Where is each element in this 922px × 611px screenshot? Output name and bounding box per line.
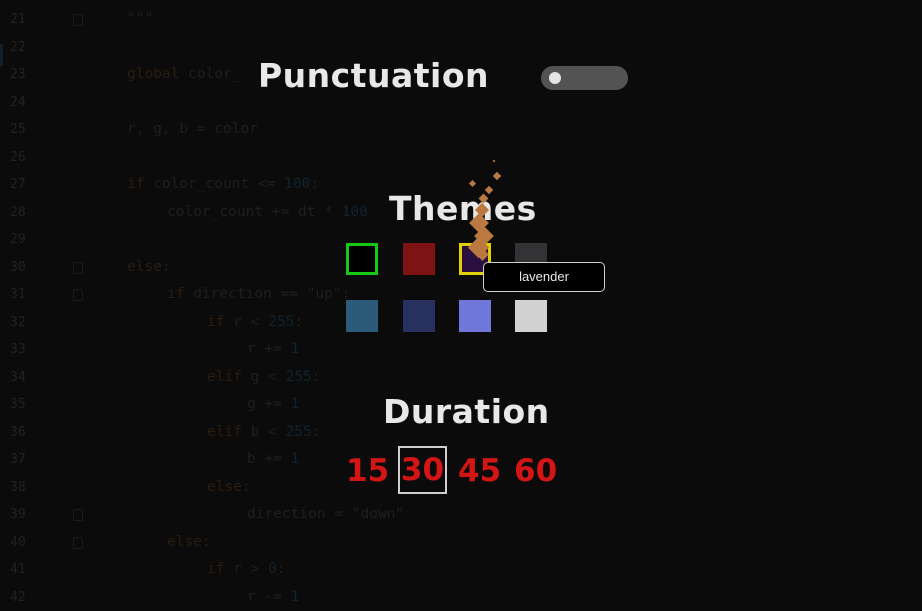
theme-tooltip: lavender	[483, 262, 605, 292]
code-line: 25 r, g, b = color	[0, 116, 922, 143]
line-number: 28	[10, 204, 26, 220]
code-text: if r < 255:	[207, 313, 304, 330]
themes-heading: Themes	[389, 189, 537, 228]
line-number: 34	[10, 369, 26, 385]
code-text: r, g, b = color	[127, 121, 258, 137]
code-text: color_count += dt * 100	[167, 203, 368, 220]
theme-swatch-navy[interactable]	[403, 300, 435, 332]
duration-option-45[interactable]: 45	[458, 452, 501, 490]
line-number: 40	[10, 534, 26, 550]
code-line: 40 else:	[0, 529, 922, 556]
fold-icon	[73, 261, 83, 274]
theme-swatch-light-gray[interactable]	[515, 300, 547, 332]
theme-swatch-steel-blue[interactable]	[346, 300, 378, 332]
code-line: 42 r -= 1	[0, 584, 922, 611]
code-line: 34 elif g < 255:	[0, 364, 922, 391]
fold-icon	[73, 289, 83, 301]
code-text: elif g < 255:	[207, 368, 321, 385]
line-number: 23	[10, 67, 26, 82]
code-text: """	[127, 11, 154, 27]
code-text: g += 1	[247, 396, 300, 412]
duration-option-15[interactable]: 15	[346, 452, 389, 490]
line-number: 37	[10, 452, 26, 467]
line-number: 24	[10, 94, 26, 110]
line-number: 31	[10, 287, 26, 302]
line-number: 41	[10, 562, 26, 577]
code-text: if color_count <= 100:	[127, 176, 320, 192]
duration-option-60[interactable]: 60	[514, 452, 557, 490]
duration-heading: Duration	[383, 392, 550, 431]
code-line: 21 """	[0, 6, 922, 33]
code-text: else:	[207, 478, 251, 495]
line-number: 33	[10, 342, 26, 357]
line-number: 26	[10, 149, 26, 165]
line-number: 21	[10, 12, 26, 27]
line-number: 29	[10, 232, 26, 247]
line-number: 36	[10, 424, 26, 440]
punctuation-heading: Punctuation	[258, 56, 490, 95]
code-line: 33 r += 1	[0, 336, 922, 363]
code-text: r -= 1	[247, 588, 300, 605]
code-text: r += 1	[247, 341, 300, 357]
fold-icon	[73, 536, 83, 549]
code-line: 26	[0, 144, 922, 171]
code-text: b += 1	[247, 451, 300, 467]
line-number: 42	[10, 589, 26, 605]
code-line: 39 direction = "down"	[0, 501, 922, 528]
code-text: else:	[167, 533, 211, 550]
theme-swatch-black[interactable]	[346, 243, 378, 275]
line-number: 38	[10, 479, 26, 495]
line-number: 39	[10, 507, 26, 522]
fold-icon	[73, 509, 83, 521]
punctuation-toggle[interactable]	[541, 66, 628, 90]
toggle-knob	[549, 72, 561, 84]
theme-swatch-periwinkle[interactable]	[459, 300, 491, 332]
code-text: global color_	[127, 66, 241, 82]
code-line: 41 if r > 0:	[0, 556, 922, 583]
line-number: 22	[10, 39, 26, 55]
code-text: if r > 0:	[207, 561, 286, 577]
line-number: 27	[10, 177, 26, 192]
line-number: 35	[10, 397, 26, 412]
line-number: 30	[10, 259, 26, 275]
theme-swatch-crimson[interactable]	[403, 243, 435, 275]
code-text: else:	[127, 258, 171, 275]
line-number: 32	[10, 314, 26, 330]
code-text: elif b < 255:	[207, 423, 321, 440]
fold-icon	[73, 14, 83, 26]
code-text: direction = "down"	[247, 506, 405, 522]
line-number: 25	[10, 122, 26, 137]
duration-option-30[interactable]: 30	[398, 446, 447, 494]
code-text: if direction == "up":	[167, 286, 351, 302]
